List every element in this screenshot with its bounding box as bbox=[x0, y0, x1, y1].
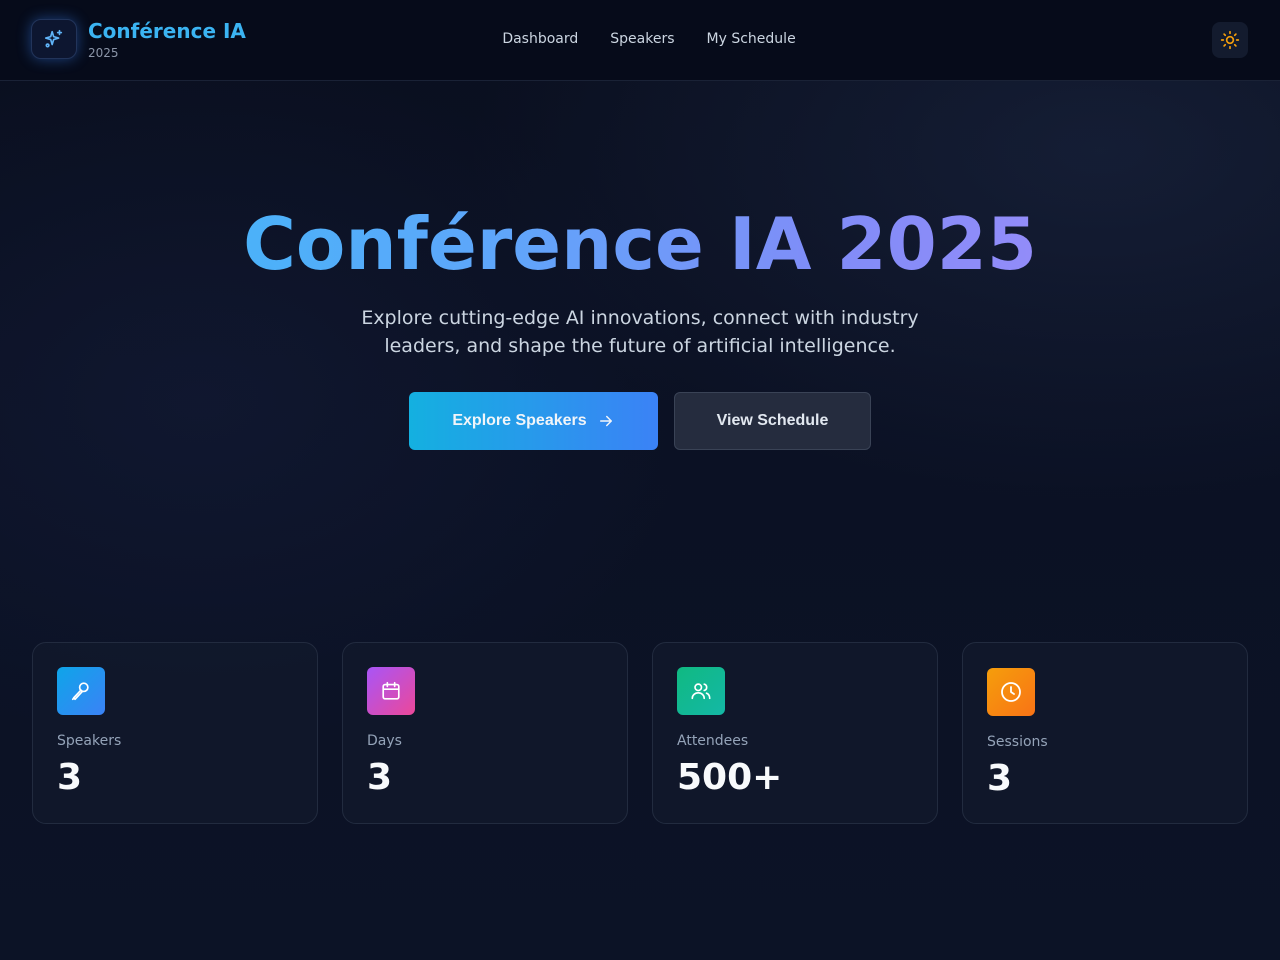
page: Conférence IA 2025 Dashboard Speakers My… bbox=[0, 0, 1280, 960]
main-nav: Dashboard Speakers My Schedule bbox=[0, 31, 1280, 47]
brand-year: 2025 bbox=[88, 46, 119, 60]
hero-subtitle: Explore cutting-edge AI innovations, con… bbox=[361, 307, 919, 357]
clock-icon bbox=[1001, 682, 1021, 702]
calendar-icon bbox=[382, 681, 400, 700]
theme-toggle-button[interactable] bbox=[1212, 22, 1248, 58]
nav-dashboard[interactable]: Dashboard bbox=[502, 31, 578, 47]
top-bar: Conférence IA 2025 Dashboard Speakers My… bbox=[0, 0, 1280, 81]
stat-card-days: Days 3 bbox=[342, 642, 628, 824]
stat-value: 3 bbox=[57, 757, 83, 798]
days-stat-icon-box bbox=[367, 667, 415, 715]
hero-title: Conférence IA 2025 bbox=[0, 200, 1280, 288]
sessions-stat-icon-box bbox=[987, 668, 1035, 716]
microphone-icon bbox=[71, 682, 89, 701]
stat-card-sessions: Sessions 3 bbox=[962, 642, 1248, 824]
view-schedule-label: View Schedule bbox=[716, 412, 829, 429]
stat-card-attendees: Attendees 500+ bbox=[652, 642, 938, 824]
nav-speakers[interactable]: Speakers bbox=[610, 31, 674, 47]
view-schedule-button[interactable]: View Schedule bbox=[674, 392, 871, 450]
users-icon bbox=[691, 683, 711, 700]
stat-value: 500+ bbox=[677, 757, 783, 798]
sun-icon bbox=[1220, 30, 1240, 50]
explore-speakers-button[interactable]: Explore Speakers bbox=[409, 392, 658, 450]
nav-my-schedule[interactable]: My Schedule bbox=[707, 31, 796, 47]
arrow-right-icon bbox=[599, 415, 612, 427]
stat-value: 3 bbox=[367, 757, 393, 798]
explore-speakers-label: Explore Speakers bbox=[452, 412, 587, 429]
stat-label: Days bbox=[367, 733, 402, 749]
stat-label: Attendees bbox=[677, 733, 749, 749]
speakers-stat-icon-box bbox=[57, 667, 105, 715]
stat-value: 3 bbox=[987, 758, 1013, 799]
attendees-stat-icon-box bbox=[677, 667, 725, 715]
stat-card-speakers: Speakers 3 bbox=[32, 642, 318, 824]
stat-label: Sessions bbox=[987, 734, 1048, 750]
stat-label: Speakers bbox=[57, 733, 122, 749]
